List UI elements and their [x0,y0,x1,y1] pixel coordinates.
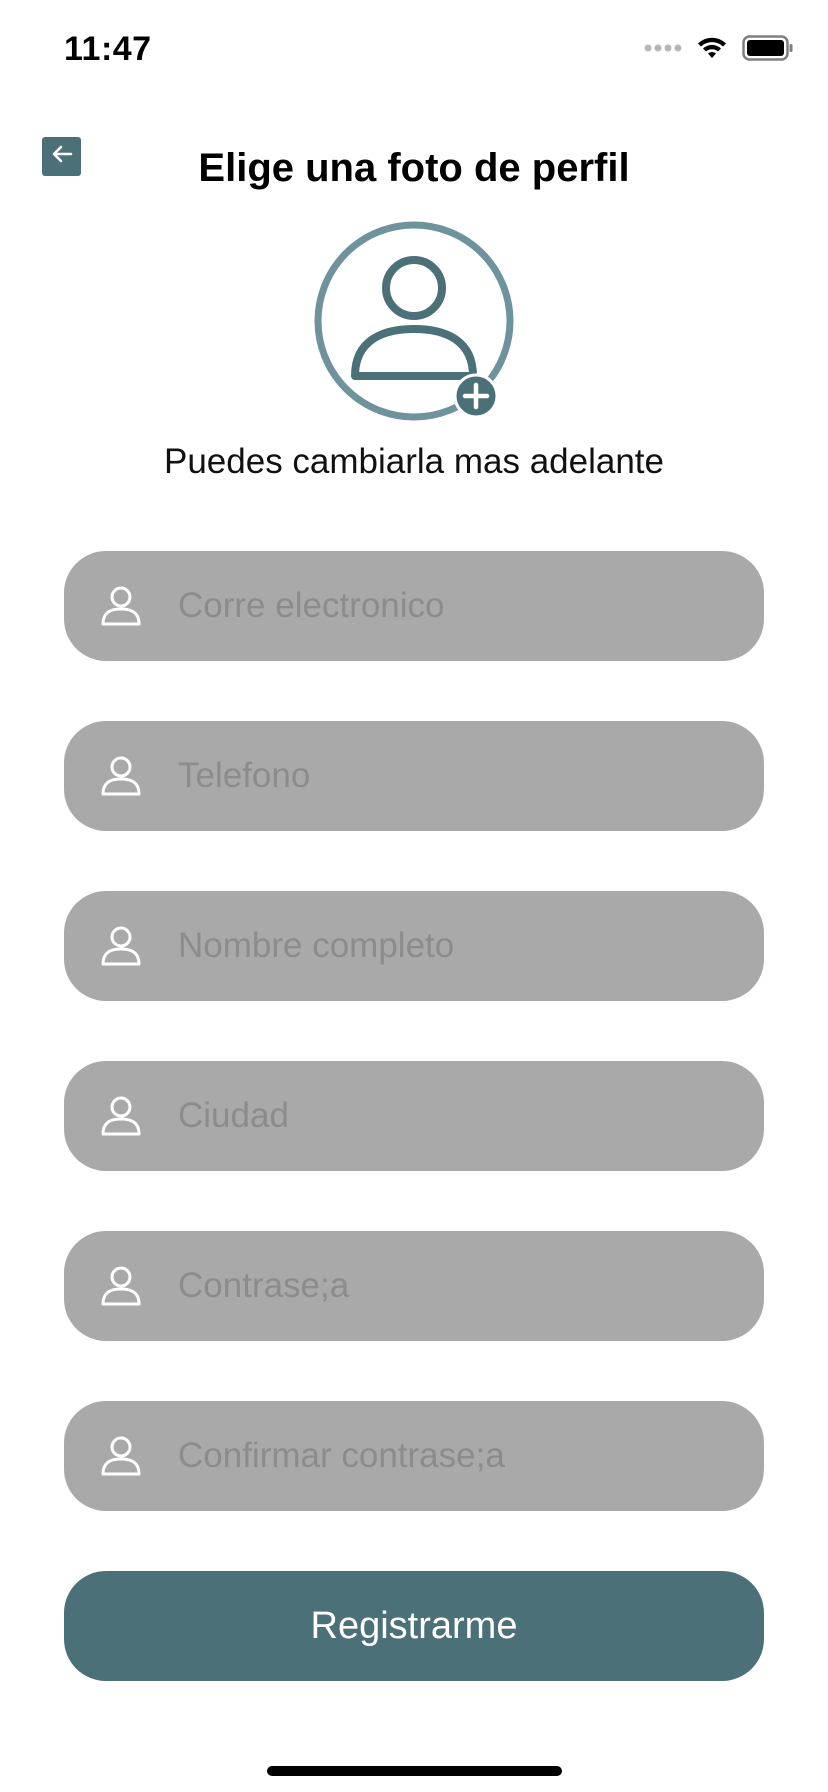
confirm-password-field[interactable] [64,1401,764,1511]
user-icon [100,584,142,628]
user-icon [100,1094,142,1138]
status-icons [644,34,794,66]
full-name-input[interactable] [178,891,764,1001]
email-input[interactable] [178,551,764,661]
password-input[interactable] [178,1231,764,1341]
wifi-icon [696,36,728,65]
page-title: Elige una foto de perfil [198,146,630,190]
phone-field[interactable] [64,721,764,831]
user-icon [100,1434,142,1478]
battery-icon [742,34,794,66]
user-add-icon [314,221,514,421]
register-button[interactable]: Registrarme [64,1571,764,1681]
user-icon [100,1264,142,1308]
password-field[interactable] [64,1231,764,1341]
full-name-field[interactable] [64,891,764,1001]
status-bar: 11:47 [0,0,828,100]
user-icon [100,924,142,968]
email-field[interactable] [64,551,764,661]
confirm-password-input[interactable] [178,1401,764,1511]
phone-input[interactable] [178,721,764,831]
user-icon [100,754,142,798]
status-time: 11:47 [64,30,152,68]
signal-icon [644,41,682,59]
avatar-subtitle: Puedes cambiarla mas adelante [163,442,664,481]
city-field[interactable] [64,1061,764,1171]
avatar-picker[interactable] [313,220,515,422]
city-input[interactable] [178,1061,764,1171]
home-indicator [267,1766,562,1776]
